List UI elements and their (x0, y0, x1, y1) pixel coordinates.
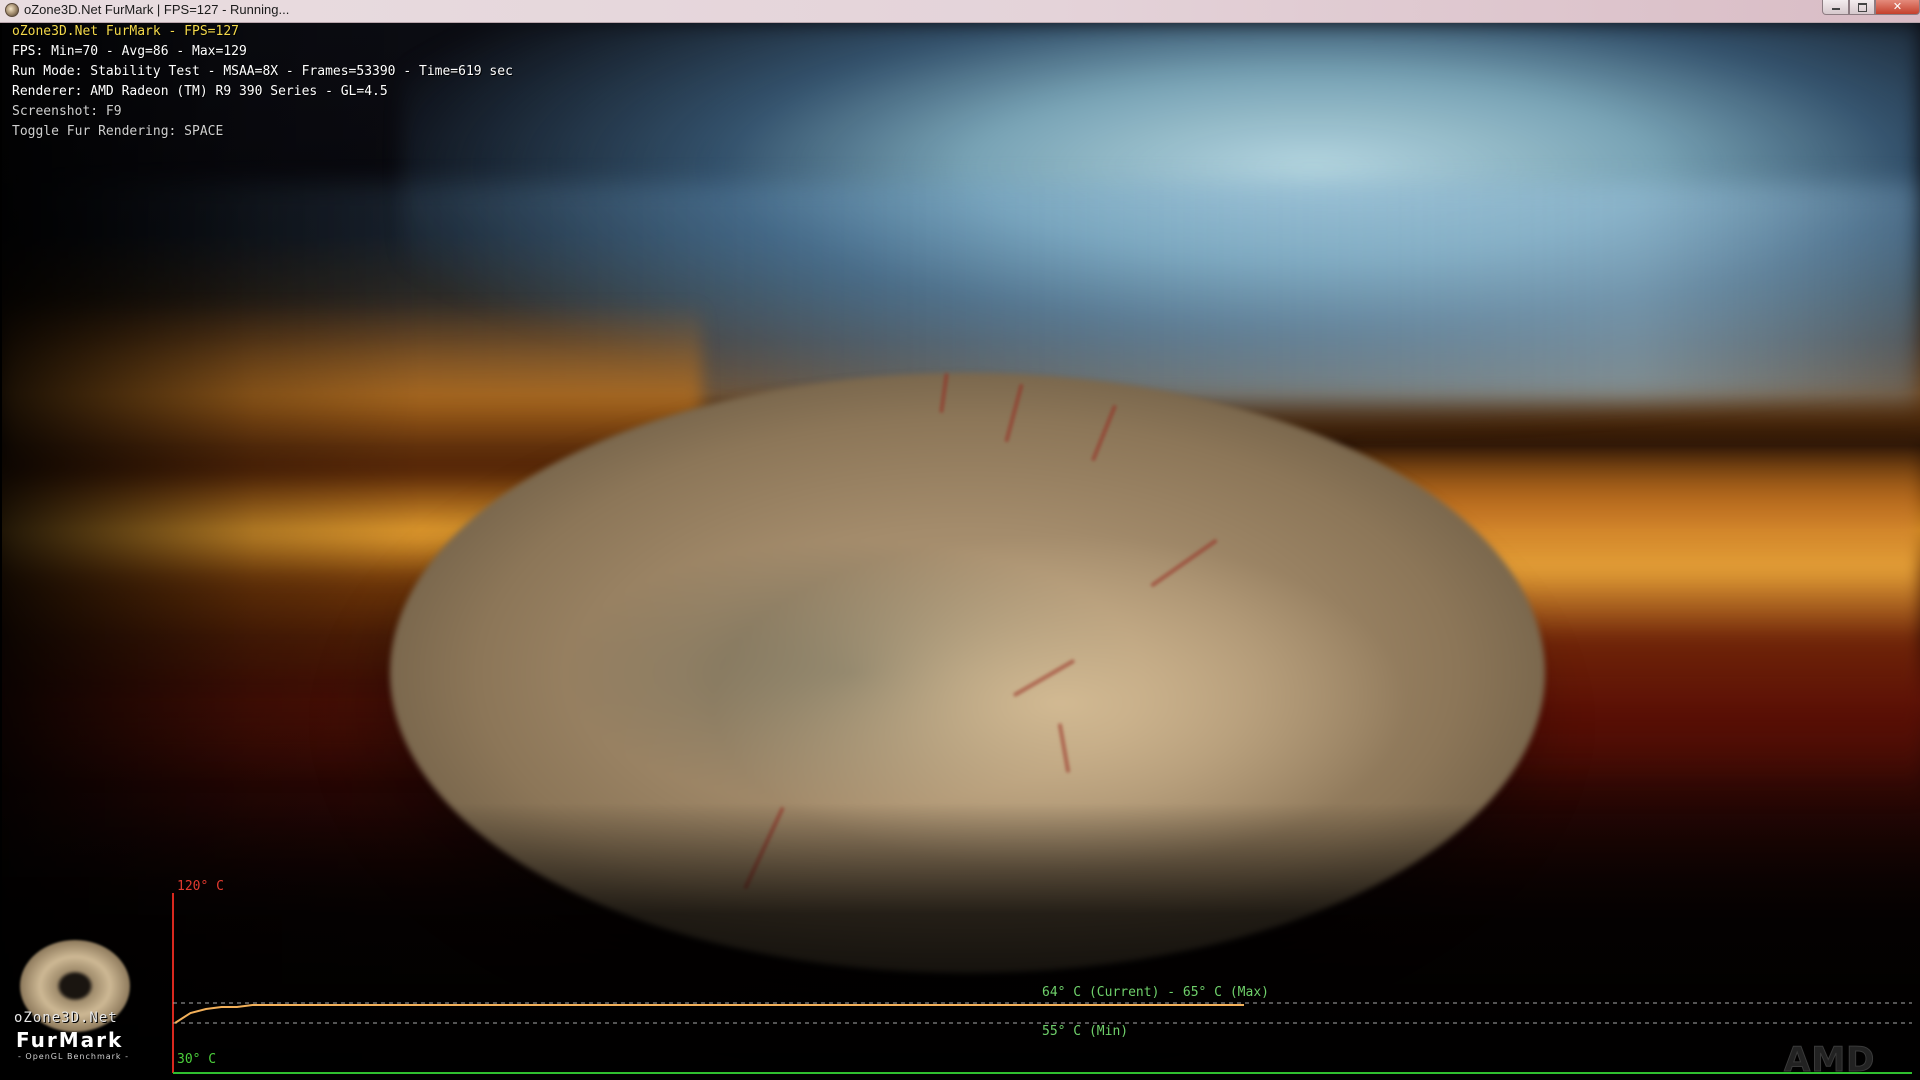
furmark-logo: oZone3D.Net FurMark - OpenGL Benchmark - (10, 940, 150, 1065)
maximize-icon (1857, 3, 1867, 12)
graph-min-scale-label: 30° C (177, 1052, 217, 1067)
graph-current-max-reading: 64° C (Current) - 65° C (Max) (1042, 985, 1269, 1000)
furmark-logo-subtitle: - OpenGL Benchmark - (18, 1052, 129, 1061)
maximize-button[interactable] (1849, 0, 1875, 15)
close-icon: ✕ (1892, 0, 1903, 13)
graph-min-reading: 55° C (Min) (1042, 1024, 1129, 1039)
graph-max-scale-label: 120° C (177, 879, 224, 894)
furmark-logo-brand: oZone3D.Net (14, 1010, 118, 1026)
close-button[interactable]: ✕ (1875, 0, 1920, 15)
amd-logo: AMD (1783, 1040, 1876, 1080)
minimize-icon (1831, 8, 1840, 10)
window-title: oZone3D.Net FurMark | FPS=127 - Running.… (24, 2, 290, 17)
title-bar[interactable]: oZone3D.Net FurMark | FPS=127 - Running.… (0, 0, 1920, 23)
minimize-button[interactable] (1822, 0, 1849, 15)
furmark-logo-product: FurMark (16, 1028, 124, 1052)
furmark-window: oZone3D.Net FurMark | FPS=127 - Running.… (0, 0, 1920, 1080)
graph-temperature-line (174, 1004, 1244, 1024)
temperature-graph (172, 893, 1912, 1074)
furmark-app-icon[interactable] (5, 3, 19, 17)
